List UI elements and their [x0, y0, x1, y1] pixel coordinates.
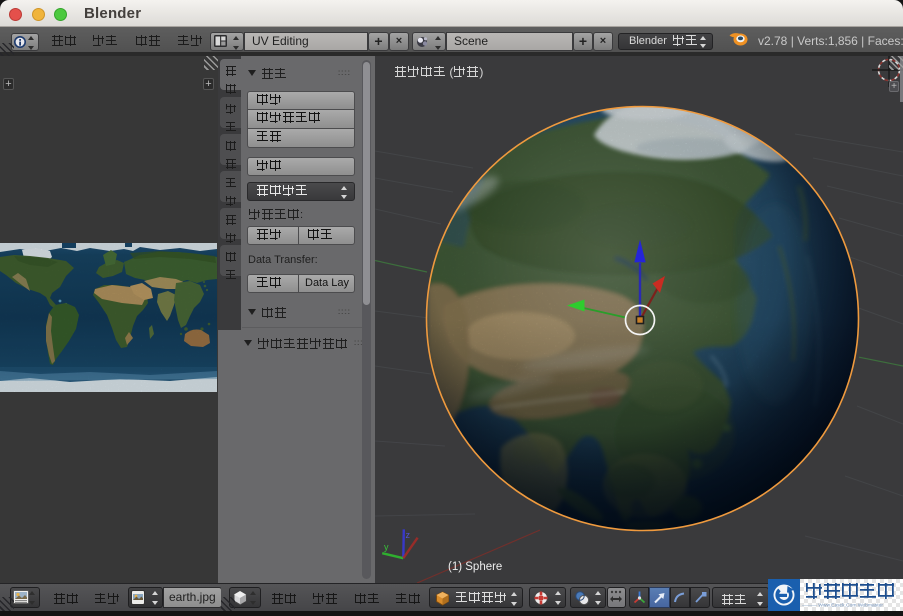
svg-text:z: z — [406, 530, 411, 540]
svg-text:y: y — [384, 542, 389, 552]
